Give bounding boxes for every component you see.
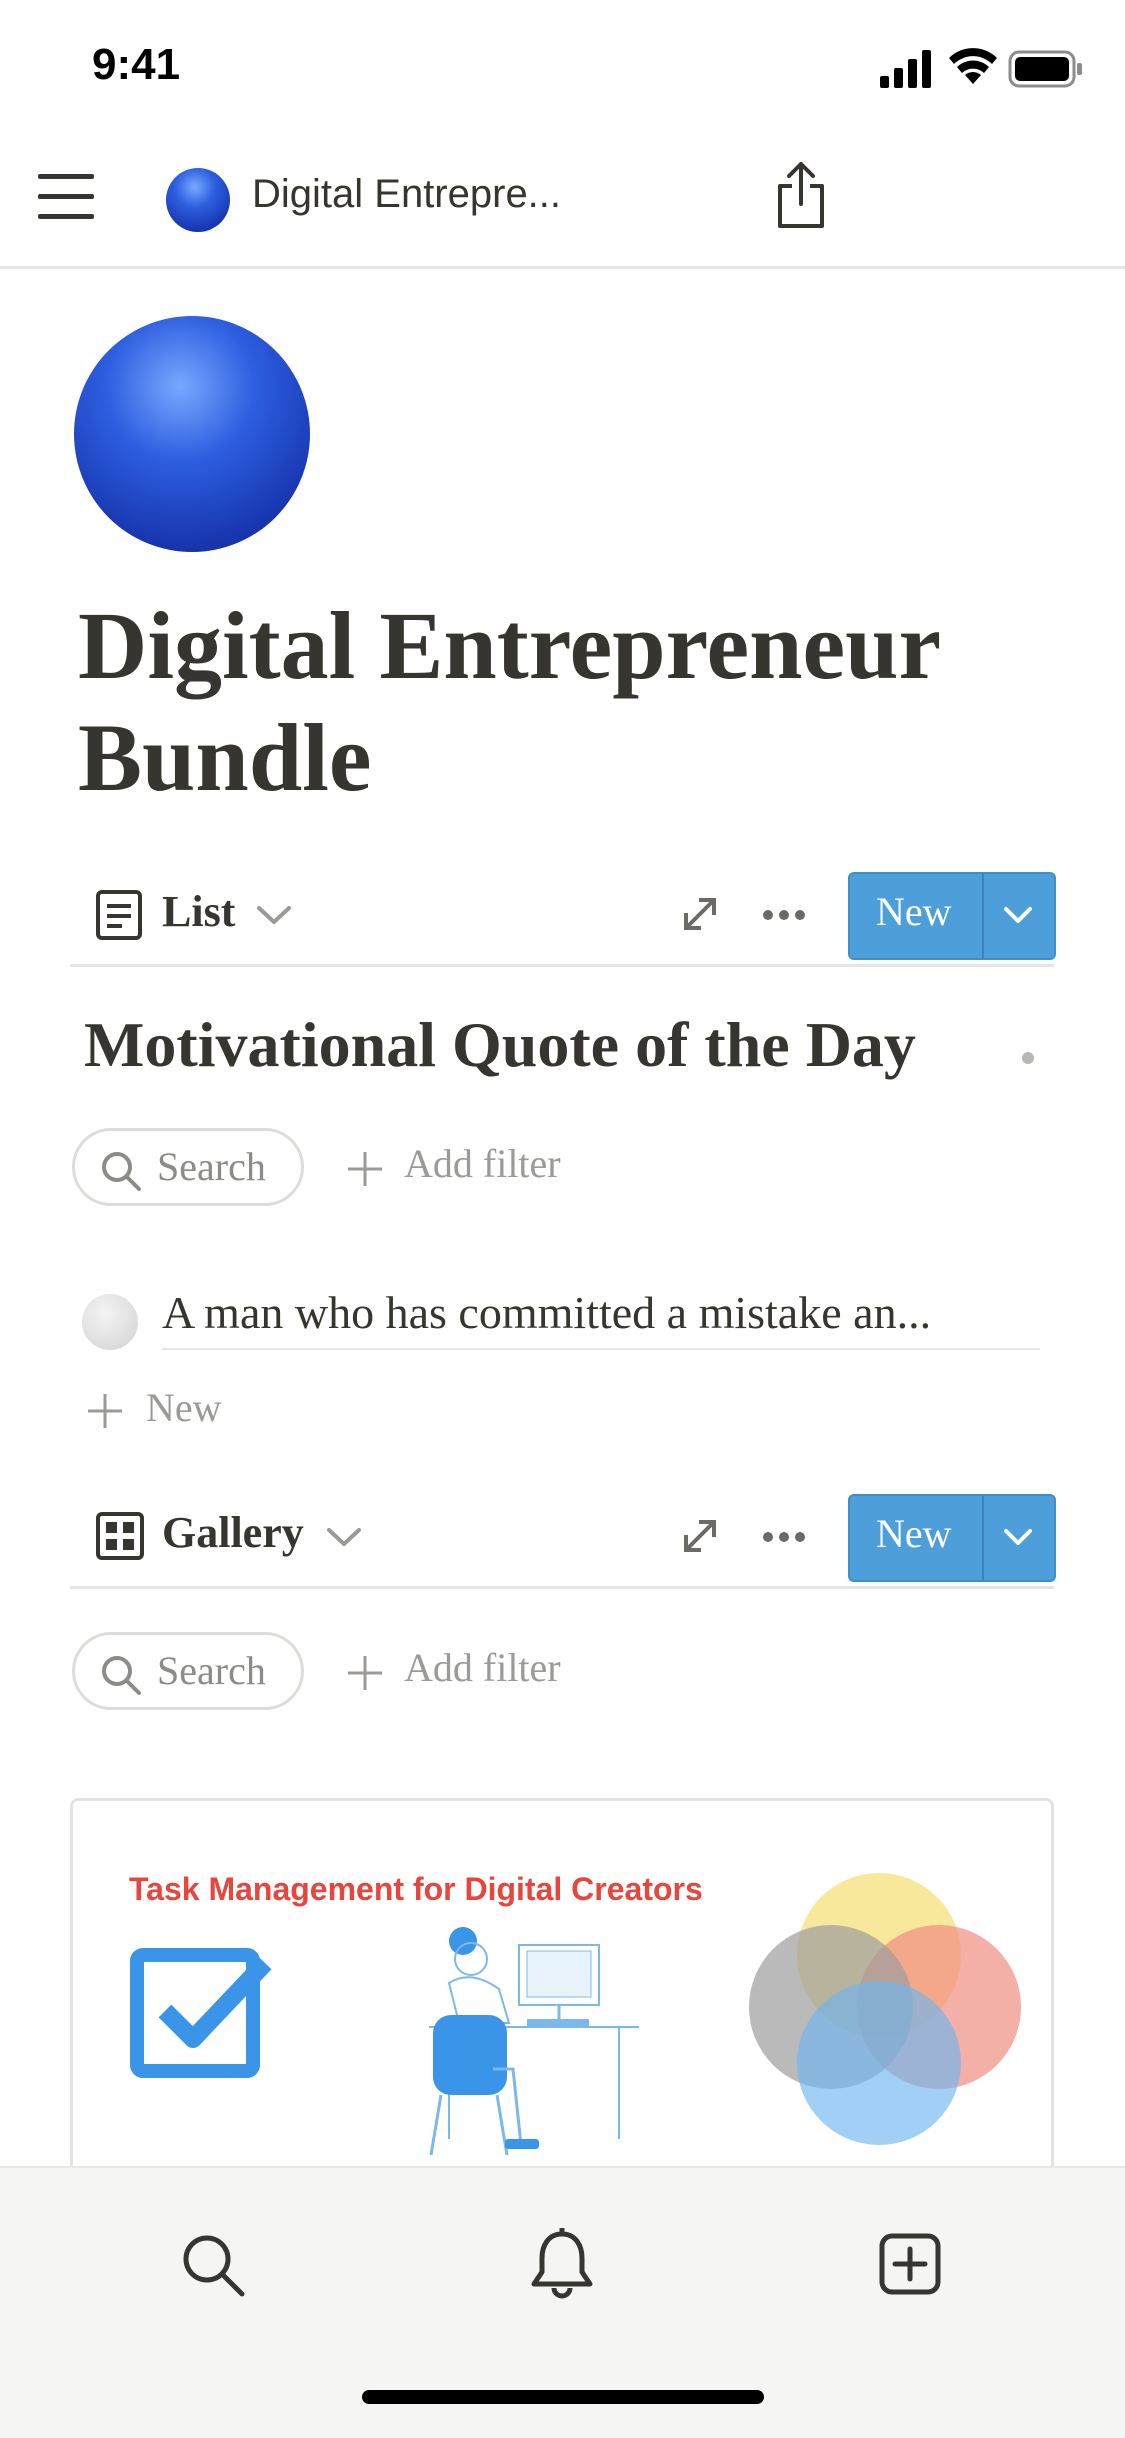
new-button-divider bbox=[982, 1496, 984, 1580]
gallery-new-button[interactable]: New bbox=[848, 1494, 1056, 1582]
list-view-name[interactable]: List bbox=[162, 886, 235, 937]
search-icon bbox=[102, 1656, 141, 1695]
page-emoji-icon[interactable] bbox=[166, 168, 230, 232]
page-title[interactable]: Digital Entrepreneur Bundle bbox=[78, 590, 1078, 814]
chevron-down-icon[interactable] bbox=[326, 1526, 362, 1548]
plus-icon[interactable] bbox=[346, 1150, 384, 1188]
plus-icon[interactable] bbox=[346, 1654, 384, 1692]
list-view-icon bbox=[96, 890, 142, 940]
share-icon[interactable] bbox=[772, 160, 830, 230]
hamburger-menu-icon[interactable] bbox=[38, 172, 94, 222]
home-indicator[interactable] bbox=[362, 2390, 764, 2404]
new-button-divider bbox=[982, 874, 984, 958]
cover-title: Task Management for Digital Creators bbox=[129, 1871, 703, 1907]
new-button-label: New bbox=[876, 1511, 952, 1556]
chevron-down-icon[interactable] bbox=[256, 904, 292, 926]
plus-icon[interactable] bbox=[86, 1392, 124, 1430]
gallery-view-name[interactable]: Gallery bbox=[162, 1507, 304, 1558]
chevron-down-icon[interactable] bbox=[1002, 1526, 1034, 1548]
new-button-label: New bbox=[876, 889, 952, 934]
chevron-down-icon[interactable] bbox=[1002, 904, 1034, 926]
list-search-pill[interactable]: Search bbox=[72, 1128, 304, 1206]
new-page-icon[interactable] bbox=[878, 2232, 942, 2296]
venn-diagram-illustration bbox=[749, 1873, 1021, 2145]
search-label: Search bbox=[157, 1648, 266, 1693]
gallery-view-icon bbox=[96, 1512, 144, 1560]
gallery-search-pill[interactable]: Search bbox=[72, 1632, 304, 1710]
list-item-title[interactable]: A man who has committed a mistake an... bbox=[162, 1286, 931, 1339]
more-icon[interactable] bbox=[762, 1530, 806, 1544]
battery-icon bbox=[1008, 50, 1082, 88]
overflow-dot bbox=[1022, 1052, 1034, 1064]
list-add-filter[interactable]: Add filter bbox=[404, 1140, 561, 1187]
bell-icon[interactable] bbox=[530, 2228, 594, 2300]
expand-icon[interactable] bbox=[682, 1518, 718, 1554]
database-title[interactable]: Motivational Quote of the Day bbox=[84, 1008, 916, 1082]
page-icon-blue-circle[interactable] bbox=[74, 316, 310, 552]
list-add-new[interactable]: New bbox=[146, 1384, 222, 1431]
search-icon bbox=[102, 1152, 141, 1191]
wifi-icon bbox=[949, 48, 997, 84]
cellular-signal-icon bbox=[880, 50, 931, 88]
list-new-button[interactable]: New bbox=[848, 872, 1056, 960]
checkbox-illustration-icon bbox=[130, 1948, 272, 2078]
nav-page-title[interactable]: Digital Entrepre... bbox=[252, 172, 561, 217]
person-at-desk-illustration bbox=[429, 1927, 639, 2156]
search-icon[interactable] bbox=[180, 2232, 246, 2298]
list-item-icon bbox=[82, 1294, 138, 1350]
list-item-underline bbox=[162, 1348, 1040, 1350]
expand-icon[interactable] bbox=[682, 896, 718, 932]
search-label: Search bbox=[157, 1144, 266, 1189]
status-time: 9:41 bbox=[92, 40, 181, 89]
more-icon[interactable] bbox=[762, 908, 806, 922]
gallery-add-filter[interactable]: Add filter bbox=[404, 1644, 561, 1691]
